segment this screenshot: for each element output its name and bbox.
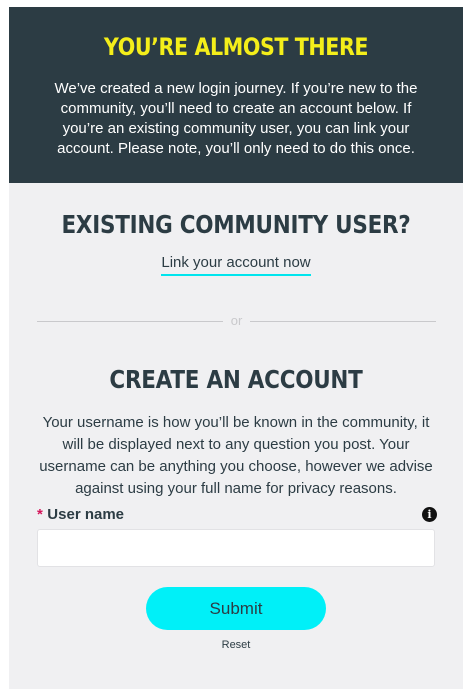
divider-or-text: or — [230, 313, 243, 328]
banner-text: We’ve created a new login journey. If yo… — [54, 80, 418, 157]
signup-panel: YOU’RE ALMOST THERE We’ve created a new … — [9, 7, 463, 689]
divider-line-left — [37, 321, 223, 322]
reset-link[interactable]: Reset — [9, 639, 463, 651]
banner-title: YOU’RE ALMOST THERE — [103, 33, 369, 61]
username-input[interactable] — [37, 529, 435, 567]
required-marker: * — [37, 506, 43, 523]
info-icon[interactable]: i — [422, 507, 437, 522]
create-account-description: Your username is how you’ll be known in … — [39, 414, 433, 497]
create-account-title: CREATE AN ACCOUNT — [109, 365, 363, 394]
username-label: User name — [47, 506, 125, 523]
link-account-row: Link your account now — [9, 254, 463, 276]
username-label-row: * User name i — [37, 506, 437, 524]
divider-line-right — [250, 321, 436, 322]
info-banner: YOU’RE ALMOST THERE We’ve created a new … — [9, 7, 463, 183]
link-account-link[interactable]: Link your account now — [161, 254, 311, 276]
submit-button[interactable]: Submit — [146, 587, 326, 630]
existing-user-title: EXISTING COMMUNITY USER? — [61, 210, 411, 239]
